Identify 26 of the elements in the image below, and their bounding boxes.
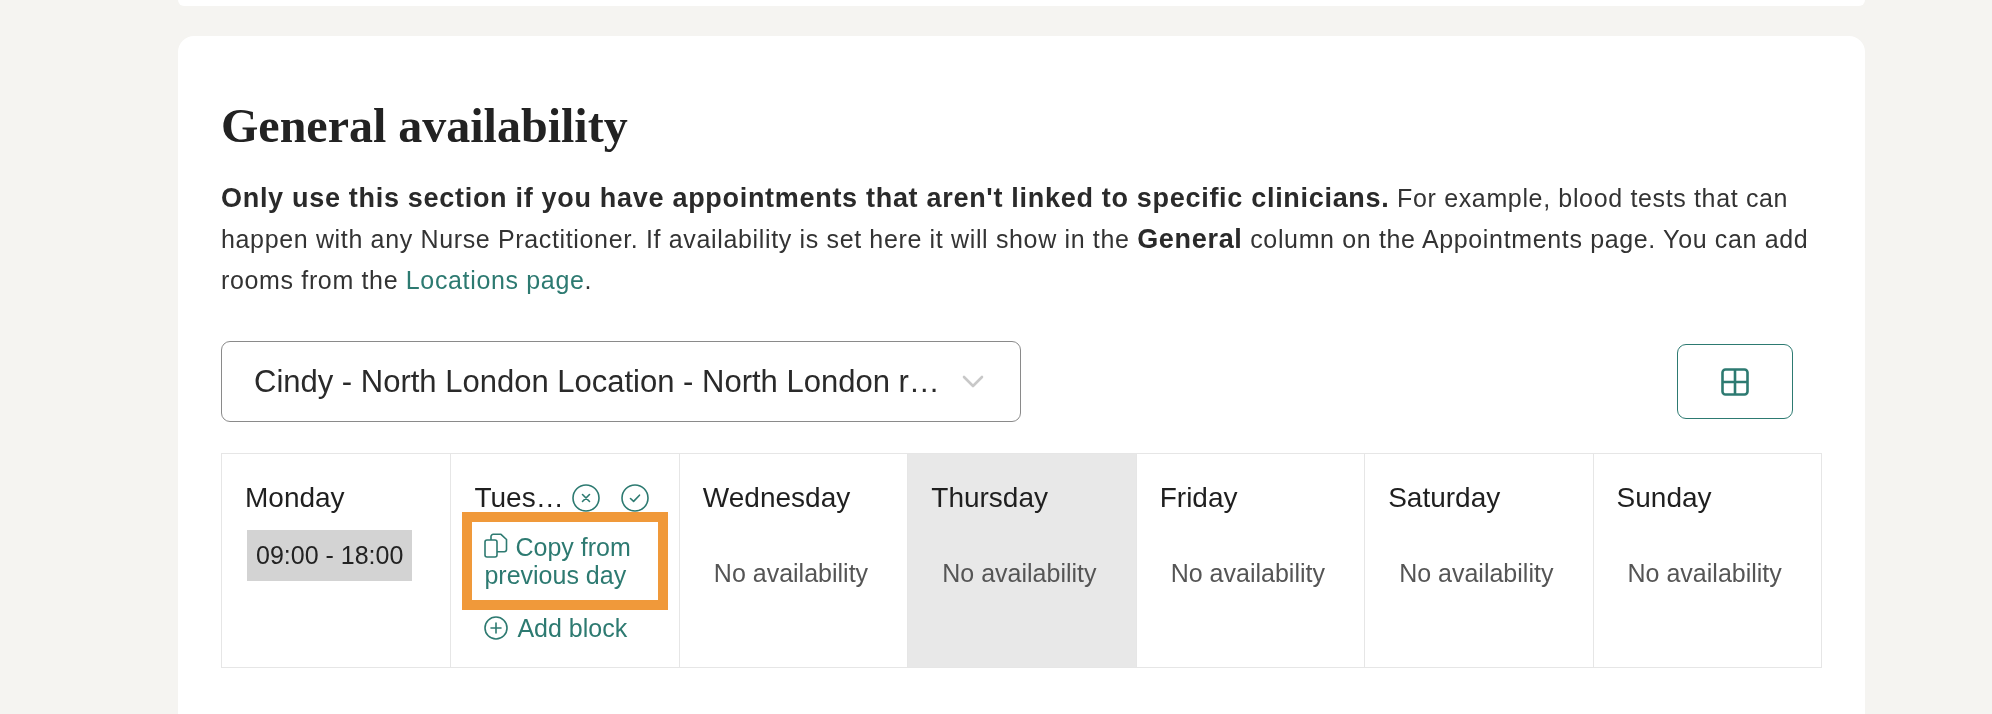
- time-block[interactable]: 09:00 - 18:00: [247, 530, 413, 581]
- check-icon[interactable]: [620, 483, 649, 512]
- location-select[interactable]: Cindy - North London Location - North London r…: [221, 341, 1021, 422]
- description-text: Only use this section if you have appointments that aren't linked to specific clinicians. For example, blood tests that can happen with any Nurse Practitioner. If availability is set here it will show in the General column on the Appointments page. You can add rooms from the Locations page.: [221, 182, 1810, 296]
- copy-icon: [484, 533, 509, 559]
- locations-link[interactable]: Locations page: [405, 266, 585, 294]
- day-name: Monday: [245, 482, 345, 513]
- empty-label: No availability: [713, 558, 869, 588]
- add-block-link[interactable]: Add block: [484, 613, 628, 643]
- chevron-down-icon: [962, 374, 984, 389]
- empty-label: No availability: [1627, 558, 1782, 588]
- empty-label: No availability: [942, 558, 1097, 588]
- section-title: General availability: [221, 98, 629, 154]
- day-name: Sunday: [1616, 482, 1712, 513]
- grid-view-button[interactable]: [1677, 344, 1793, 419]
- copy-link[interactable]: Copy from previous day: [484, 533, 646, 589]
- empty-label: No availability: [1399, 558, 1554, 588]
- day-name: Wednesday: [702, 482, 851, 513]
- day-name: Tues…: [474, 482, 564, 513]
- day-name: Saturday: [1388, 482, 1501, 513]
- plus-circle-icon: [484, 616, 509, 640]
- day-name: Friday: [1159, 482, 1238, 513]
- day-name: Thursday: [931, 482, 1048, 513]
- empty-label: No availability: [1170, 558, 1325, 588]
- grid-icon: [1721, 367, 1749, 396]
- close-icon[interactable]: [571, 483, 600, 512]
